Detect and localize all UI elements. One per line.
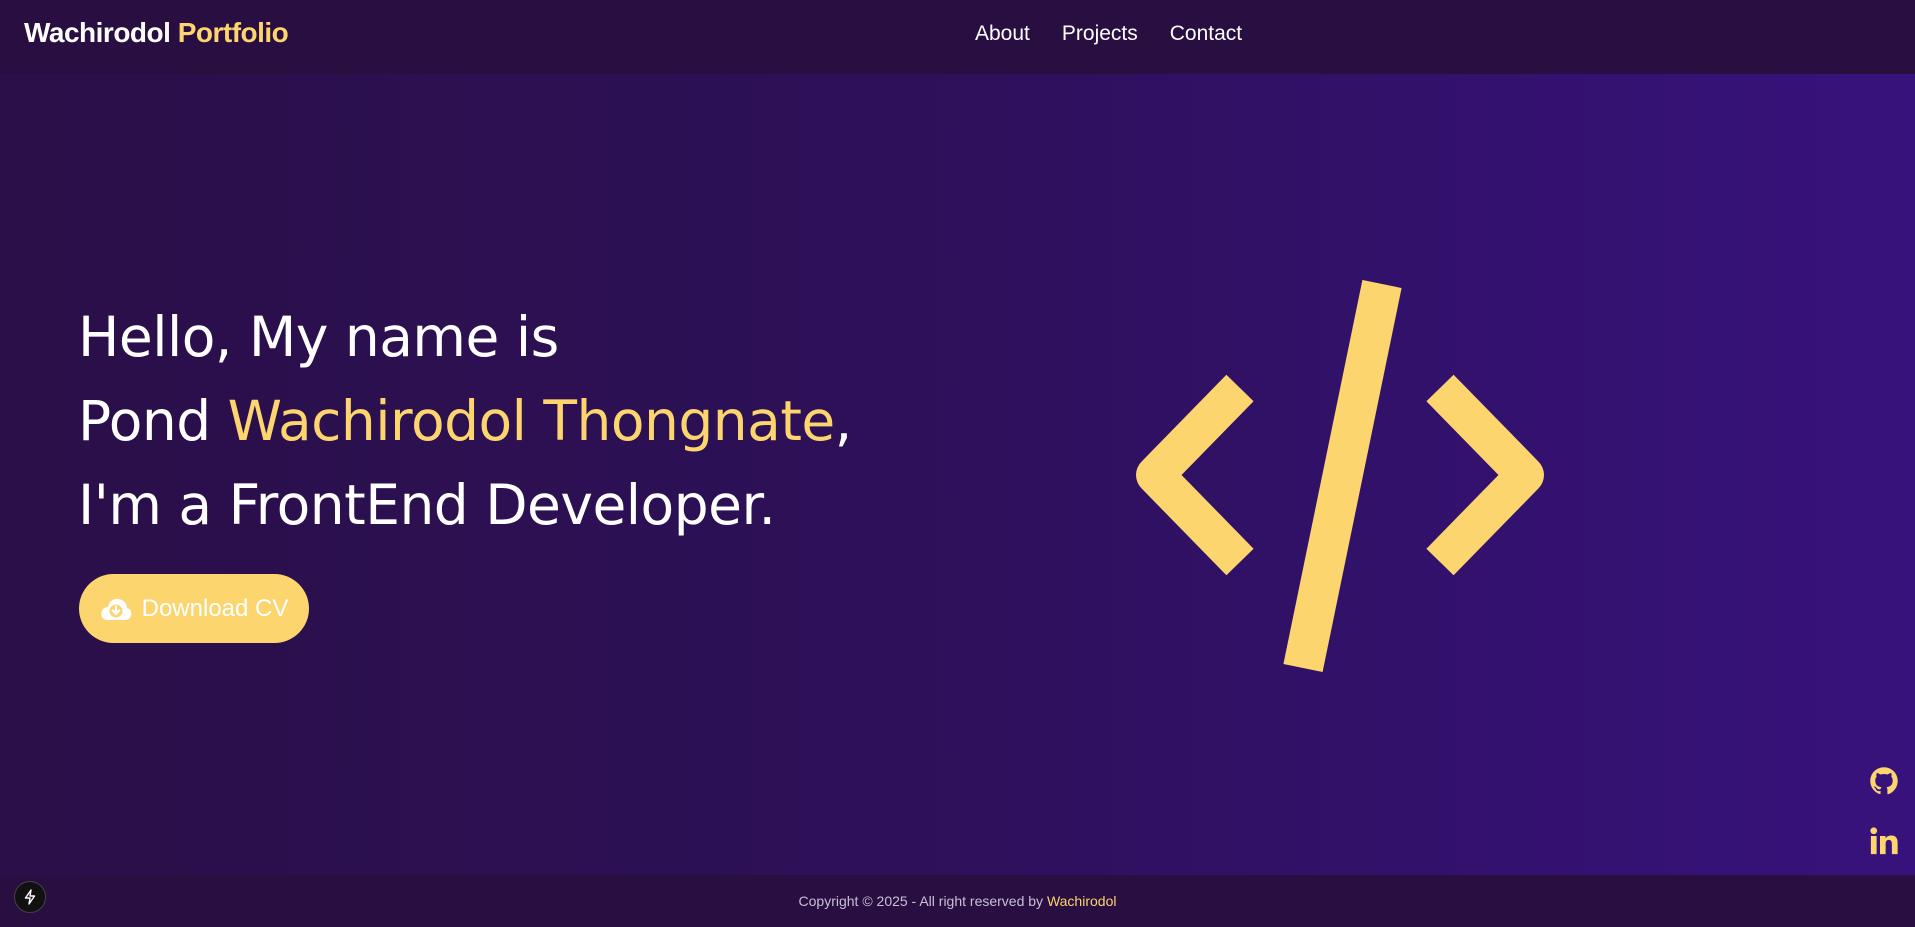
nav-link-about[interactable]: About xyxy=(975,22,1030,46)
code-brackets-icon xyxy=(1125,279,1555,679)
nav-link-contact[interactable]: Contact xyxy=(1170,22,1242,46)
download-cv-button[interactable]: Download CV xyxy=(79,574,309,643)
brand-accent: Portfolio xyxy=(177,17,289,48)
download-cv-label: Download CV xyxy=(141,594,289,622)
hero-line-1: Hello, My name is xyxy=(78,305,559,369)
nav-links: About Projects Contact xyxy=(975,22,1242,46)
brand-name: Wachirodol xyxy=(24,17,171,48)
copyright-owner-link[interactable]: Wachirodol xyxy=(1047,893,1117,909)
github-icon[interactable] xyxy=(1867,764,1901,798)
cloud-download-icon xyxy=(100,596,132,622)
hero-name: Wachirodol Thongnate xyxy=(227,389,836,453)
lightning-icon[interactable] xyxy=(14,881,46,913)
navbar: Wachirodol Portfolio About Projects Cont… xyxy=(0,0,1915,74)
copyright-text: Copyright © 2025 - All right reserved by xyxy=(798,893,1047,909)
nav-link-projects[interactable]: Projects xyxy=(1062,22,1138,46)
brand-logo[interactable]: Wachirodol Portfolio xyxy=(24,17,289,49)
footer: Copyright © 2025 - All right reserved by… xyxy=(0,875,1915,927)
hero-name-prefix: Pond xyxy=(78,389,228,453)
linkedin-icon[interactable] xyxy=(1867,824,1901,858)
hero-line-3: I'm a FrontEnd Developer. xyxy=(78,473,776,537)
hero-name-suffix: , xyxy=(834,389,852,453)
hero-heading: Hello, My name is Pond Wachirodol Thongn… xyxy=(78,295,852,547)
hero-line-2: Pond Wachirodol Thongnate, xyxy=(78,379,852,463)
